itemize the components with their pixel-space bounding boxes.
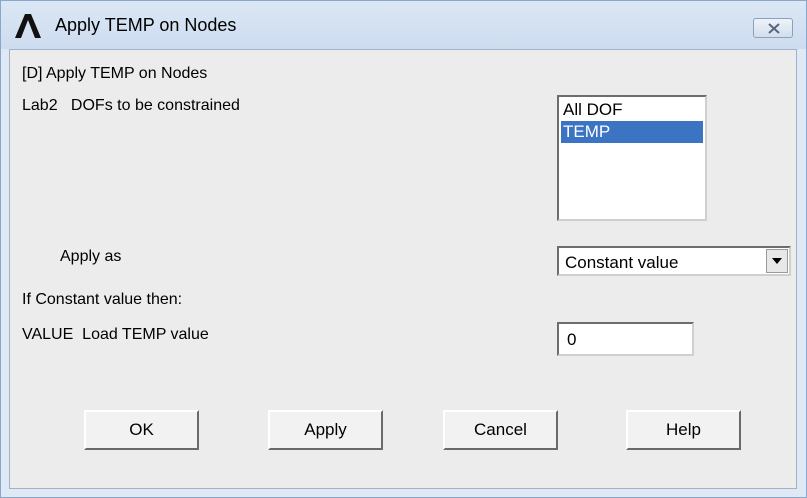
dof-listbox[interactable]: All DOF TEMP (557, 95, 707, 221)
title-bar[interactable]: Apply TEMP on Nodes (1, 1, 806, 49)
dropdown-arrow-button[interactable] (766, 249, 788, 273)
dialog-window: Apply TEMP on Nodes [D] Apply TEMP on No… (0, 0, 807, 498)
apply-as-label: Apply as (60, 248, 122, 265)
list-item-all-dof[interactable]: All DOF (561, 99, 703, 121)
ok-button[interactable]: OK (84, 410, 199, 450)
cancel-button[interactable]: Cancel (443, 410, 558, 450)
help-button[interactable]: Help (626, 410, 741, 450)
window-title: Apply TEMP on Nodes (55, 15, 237, 35)
value-label: VALUE Load TEMP value (22, 326, 209, 343)
apply-as-value: Constant value (565, 253, 679, 272)
chevron-down-icon (772, 258, 782, 264)
dialog-body: [D] Apply TEMP on Nodes Lab2 DOFs to be … (9, 49, 797, 489)
apply-as-dropdown[interactable]: Constant value (557, 246, 791, 276)
close-icon (768, 23, 780, 34)
temp-value-input[interactable]: 0 (557, 322, 694, 356)
ansys-logo-icon (15, 14, 41, 38)
apply-button[interactable]: Apply (268, 410, 383, 450)
lab2-label: Lab2 DOFs to be constrained (22, 97, 240, 114)
close-button[interactable] (753, 18, 793, 38)
if-constant-label: If Constant value then: (22, 291, 183, 308)
list-item-temp[interactable]: TEMP (561, 121, 703, 143)
dialog-heading: [D] Apply TEMP on Nodes (22, 65, 208, 82)
